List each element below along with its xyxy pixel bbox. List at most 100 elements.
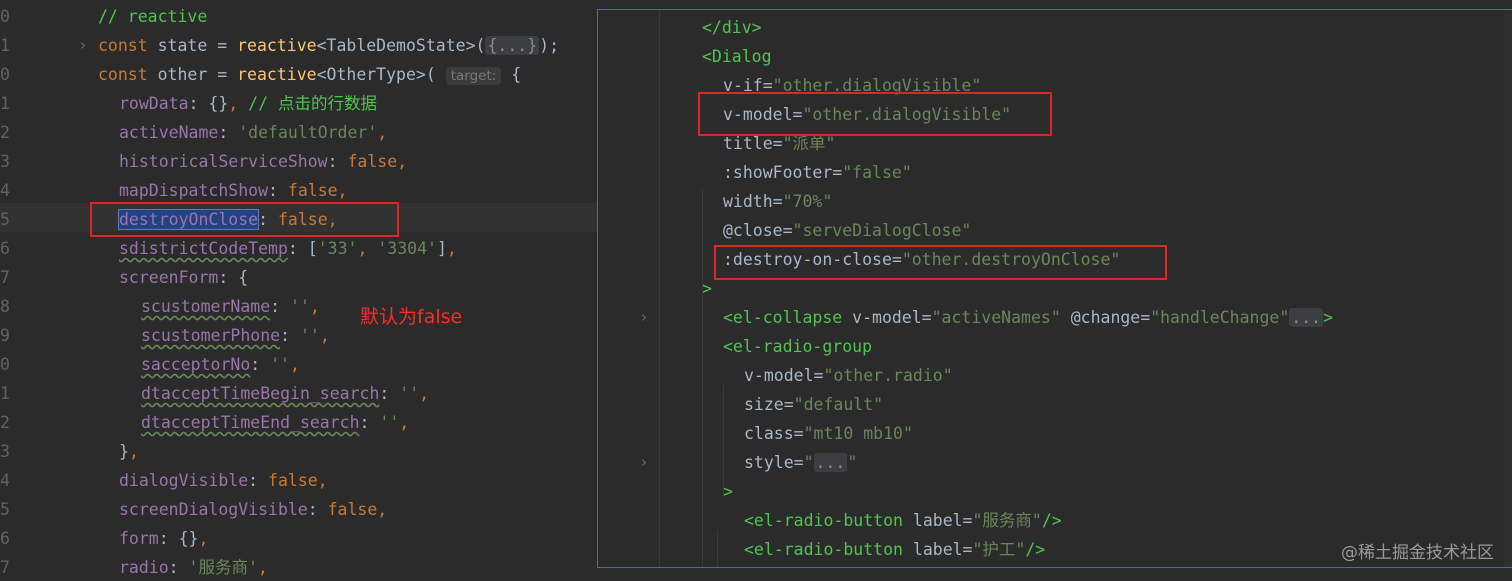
code-text[interactable]: </div>: [702, 13, 762, 42]
code-line[interactable]: </div>: [598, 13, 1512, 42]
line-number: 6: [0, 529, 10, 548]
code-line[interactable]: 6 form: {},: [0, 524, 600, 553]
code-text[interactable]: <Dialog: [702, 42, 772, 71]
code-token: sacceptorNo: [141, 355, 251, 374]
code-text[interactable]: :showFooter="false": [723, 158, 912, 187]
fold-chevron-icon[interactable]: ›: [80, 31, 86, 60]
code-line[interactable]: 1 rowData: {}, // 点击的行数据: [0, 89, 600, 118]
code-token: size=: [744, 395, 794, 414]
code-text[interactable]: size="default": [744, 390, 883, 419]
code-text[interactable]: sacceptorNo: '',: [141, 350, 300, 379]
code-token: :: [168, 558, 189, 577]
code-token: '': [379, 413, 400, 432]
code-text[interactable]: form: {},: [119, 524, 208, 553]
code-text[interactable]: },: [119, 437, 139, 466]
code-line[interactable]: 0 // reactive: [0, 2, 600, 31]
code-line[interactable]: size="default": [598, 390, 1512, 419]
code-token: : [: [287, 239, 318, 258]
code-line[interactable]: › <el-collapse v-model="activeNames" @cha…: [598, 303, 1512, 332]
code-line[interactable]: 0 const other = reactive<OtherType>( targ…: [0, 60, 600, 89]
code-text[interactable]: class="mt10 mb10": [744, 419, 913, 448]
left-editor-pane[interactable]: 0// reactive 1 › const state = reactive<Tab…: [0, 0, 600, 581]
right-editor-pane[interactable]: </div> <Dialog v-if="other.dialogVisible" v…: [597, 9, 1512, 568]
code-text[interactable]: radio: '服务商',: [119, 553, 268, 581]
code-text[interactable]: >: [702, 274, 712, 303]
code-text[interactable]: screenDialogVisible: false,: [119, 495, 387, 524]
code-token: // 点击的行数据: [248, 94, 377, 113]
line-number: 7: [0, 268, 10, 287]
code-line[interactable]: @close="serveDialogClose": [598, 216, 1512, 245]
code-line[interactable]: 5 screenDialogVisible: false,: [0, 495, 600, 524]
code-token: dtacceptTimeEnd_search: [141, 413, 360, 432]
code-line[interactable]: :showFooter="false": [598, 158, 1512, 187]
code-text[interactable]: width="70%": [723, 187, 832, 216]
code-line[interactable]: › style="... ": [598, 448, 1512, 477]
code-token: ,: [290, 355, 300, 374]
code-line[interactable]: 7 screenForm: {: [0, 263, 600, 292]
code-line[interactable]: 1 dtacceptTimeBegin_search: '',: [0, 379, 600, 408]
fold-chevron-icon[interactable]: ›: [641, 303, 647, 332]
code-text[interactable]: >: [723, 477, 733, 506]
code-text[interactable]: const other = reactive<OtherType>( targe…: [98, 60, 521, 91]
code-token: :: [218, 123, 239, 142]
code-line[interactable]: 3 historicalServiceShow: false,: [0, 147, 600, 176]
code-text[interactable]: <el-radio-button label="服务商"/>: [744, 506, 1062, 535]
code-token: '3304': [377, 239, 437, 258]
code-line[interactable]: 1 › const state = reactive<TableDemoState>…: [0, 31, 600, 60]
code-text[interactable]: <el-collapse v-model="activeNames" @chan…: [723, 303, 1333, 332]
watermark: @稀土掘金技术社区: [1341, 543, 1494, 563]
code-token: form: [119, 529, 159, 548]
code-text[interactable]: dtacceptTimeBegin_search: '',: [141, 379, 429, 408]
folded-region[interactable]: ...: [1289, 308, 1324, 327]
code-text[interactable]: mapDispatchShow: false,: [119, 176, 348, 205]
fold-chevron-icon[interactable]: ›: [641, 448, 647, 477]
annotation-default-false: 默认为false: [360, 306, 463, 328]
code-text[interactable]: historicalServiceShow: false,: [119, 147, 407, 176]
code-text[interactable]: <el-radio-group: [723, 332, 872, 361]
code-text[interactable]: @close="serveDialogClose": [723, 216, 971, 245]
code-text[interactable]: rowData: {}, // 点击的行数据: [119, 89, 377, 118]
code-line[interactable]: 8 scustomerName: '',: [0, 292, 600, 321]
code-line[interactable]: 6 sdistrictCodeTemp: ['33', '3304'],: [0, 234, 600, 263]
code-text[interactable]: dtacceptTimeEnd_search: '',: [141, 408, 409, 437]
code-text[interactable]: style="... ": [744, 448, 857, 477]
code-line[interactable]: 3},: [0, 437, 600, 466]
code-token: :: [280, 326, 300, 345]
code-line[interactable]: <el-radio-button label="服务商"/>: [598, 506, 1512, 535]
folded-region[interactable]: {...}: [485, 36, 540, 55]
vertical-scrollbar[interactable]: [1504, 10, 1512, 567]
code-text[interactable]: const state = reactive<TableDemoState>({…: [98, 31, 559, 60]
code-text[interactable]: dialogVisible: false,: [119, 466, 328, 495]
code-text[interactable]: scustomerName: '',: [141, 292, 320, 321]
code-line[interactable]: 9 scustomerPhone: '',: [0, 321, 600, 350]
code-text[interactable]: <el-radio-button label="护工"/>: [744, 535, 1045, 564]
code-line[interactable]: 4 dialogVisible: false,: [0, 466, 600, 495]
code-line[interactable]: class="mt10 mb10": [598, 419, 1512, 448]
code-text[interactable]: screenForm: {: [119, 263, 248, 292]
code-text[interactable]: v-model="other.radio": [744, 361, 953, 390]
code-token: width=: [723, 192, 783, 211]
code-line[interactable]: v-model="other.radio": [598, 361, 1512, 390]
code-line[interactable]: <Dialog: [598, 42, 1512, 71]
code-token: ,: [128, 442, 139, 461]
highlight-box-destroyonclose: [90, 202, 399, 237]
code-token: "handleChange": [1150, 308, 1290, 327]
code-line[interactable]: 0 sacceptorNo: '',: [0, 350, 600, 379]
code-token: false,: [268, 471, 328, 490]
code-line[interactable]: width="70%": [598, 187, 1512, 216]
code-line[interactable]: <el-radio-group: [598, 332, 1512, 361]
code-text[interactable]: scustomerPhone: '',: [141, 321, 330, 350]
code-line[interactable]: 4 mapDispatchShow: false,: [0, 176, 600, 205]
code-token: >: [723, 482, 733, 501]
code-line[interactable]: >: [598, 477, 1512, 506]
code-token: screenForm: [119, 268, 219, 287]
code-text[interactable]: // reactive: [98, 2, 207, 31]
code-text[interactable]: activeName: 'defaultOrder',: [119, 118, 387, 147]
code-text[interactable]: sdistrictCodeTemp: ['33', '3304'],: [119, 234, 457, 263]
code-line[interactable]: 7 radio: '服务商',: [0, 553, 600, 581]
code-line[interactable]: 2 activeName: 'defaultOrder',: [0, 118, 600, 147]
code-token: :: [270, 297, 291, 316]
code-line[interactable]: 2 dtacceptTimeEnd_search: '',: [0, 408, 600, 437]
code-token: '': [270, 355, 291, 374]
folded-region[interactable]: ...: [813, 453, 848, 472]
